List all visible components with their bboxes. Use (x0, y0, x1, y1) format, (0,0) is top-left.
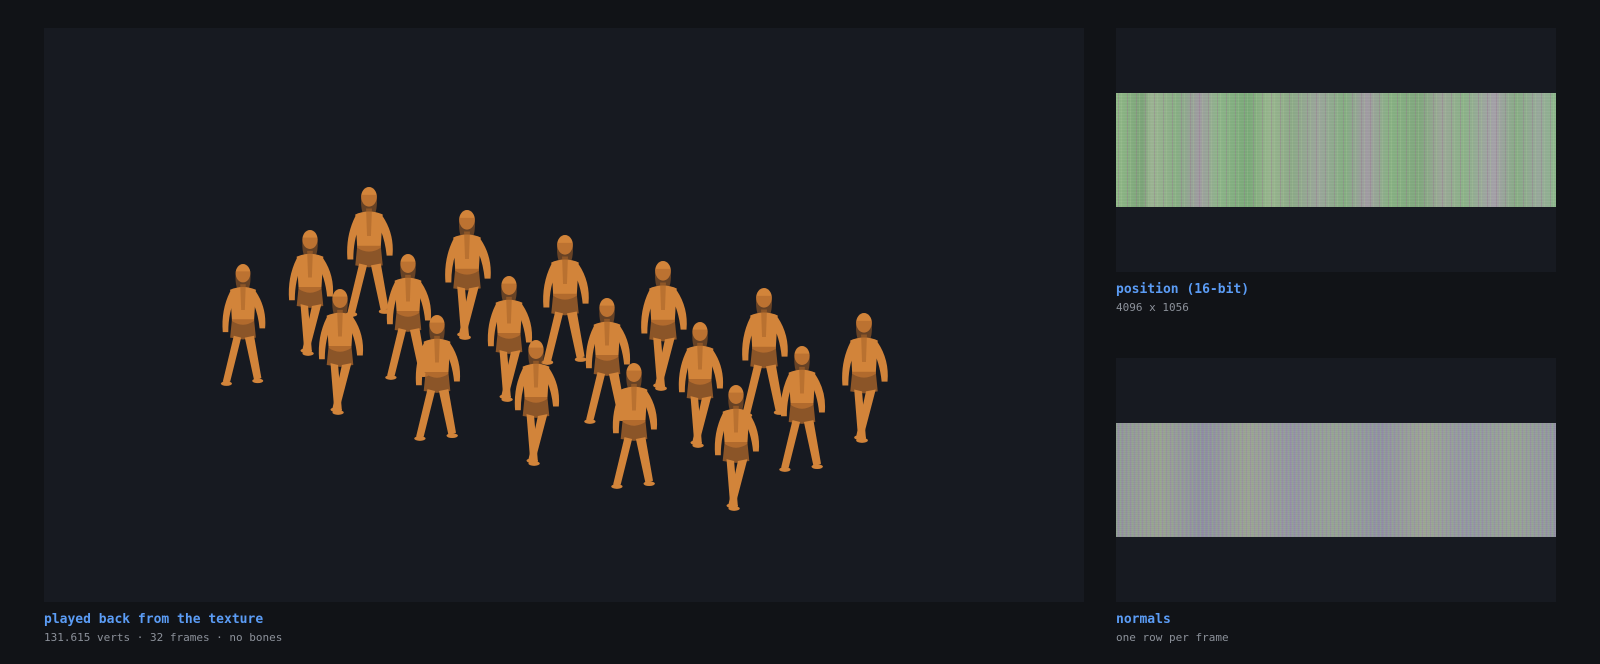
animation-viewport[interactable] (44, 28, 1084, 602)
position-texture-title: position (16-bit) (1116, 282, 1250, 297)
walking-figure (445, 210, 491, 340)
walking-figure (779, 346, 826, 472)
position-texture-panel (1116, 28, 1556, 272)
normals-texture-image (1116, 423, 1556, 537)
walking-figure (318, 289, 364, 415)
walking-figures-crowd (220, 187, 888, 511)
position-texture-size: 4096 x 1056 (1116, 301, 1189, 314)
viewport-caption-stats: 131.615 verts · 32 frames · no bones (44, 631, 283, 644)
walking-figure (740, 288, 788, 418)
walking-figure (345, 187, 393, 317)
walking-figure (514, 340, 560, 466)
walking-figure (414, 315, 461, 441)
normals-texture-title: normals (1116, 612, 1171, 627)
normals-texture-note: one row per frame (1116, 631, 1229, 644)
walking-figure (541, 235, 589, 365)
walking-figure (678, 322, 724, 448)
walking-figure (220, 264, 266, 386)
viewport-caption-title: played back from the texture (44, 612, 264, 627)
walking-figure (842, 313, 888, 443)
normals-texture-panel (1116, 358, 1556, 602)
position-texture-image (1116, 93, 1556, 207)
